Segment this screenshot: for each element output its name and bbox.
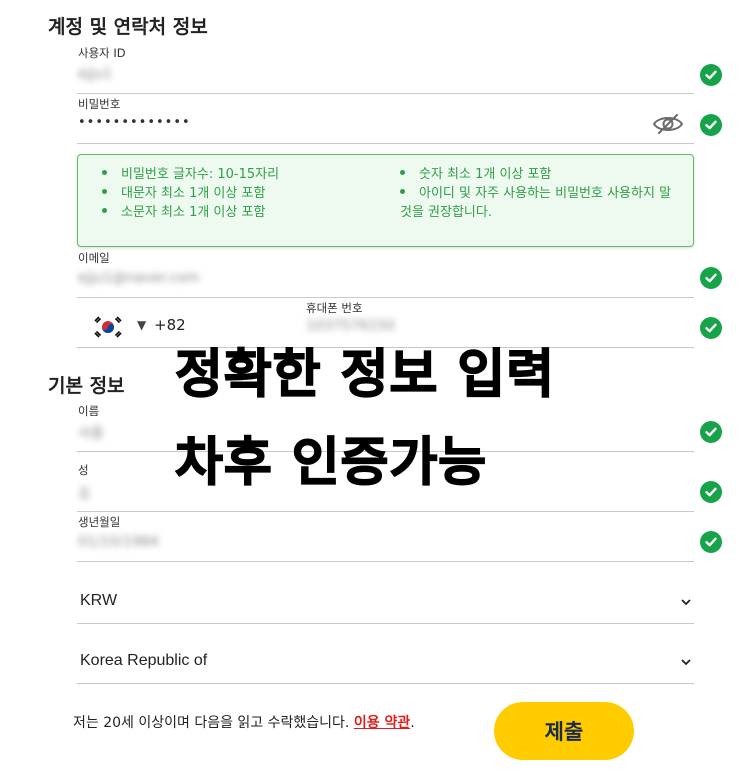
chevron-down-icon [681,599,691,606]
password-rule: 숫자 최소 1개 이상 포함 [400,165,685,184]
email-field[interactable]: 이메일 ejju1@naver.com [77,248,694,298]
username-value: ejju1 [78,66,113,82]
password-label: 비밀번호 [78,97,121,111]
currency-value: KRW [80,592,118,609]
username-valid-check-icon [700,64,722,86]
birthdate-label: 생년월일 [78,515,121,529]
last-name-label: 성 [78,463,89,477]
south-korea-flag-icon[interactable] [92,313,124,341]
username-label: 사용자 ID [78,46,126,60]
terms-text: 저는 20세 이상이며 다음을 읽고 수락했습니다. [73,715,350,731]
phone-label: 휴대폰 번호 [306,301,363,315]
section-title-basic: 기본 정보 [48,375,125,397]
country-code-caret-icon[interactable]: ▼ [137,318,146,332]
password-field[interactable]: 비밀번호 ••••••••••••• [77,94,694,144]
overlay-text-line2: 차후 인증가능 [174,432,488,494]
overlay-text-line1: 정확한 정보 입력 [174,344,556,406]
country-value: Korea Republic of [80,652,208,669]
currency-select[interactable]: KRW [77,582,694,624]
birthdate-valid-check-icon [700,531,722,553]
password-rules-box: 비밀번호 글자수: 10-15자리 대문자 최소 1개 이상 포함 소문자 최소… [77,154,694,247]
password-rules-left: 비밀번호 글자수: 10-15자리 대문자 최소 1개 이상 포함 소문자 최소… [102,165,279,222]
password-rule: 아이디 및 자주 사용하는 비밀번호 사용하지 말 것을 권장합니다. [400,186,672,220]
submit-button[interactable]: 제출 [494,702,634,760]
username-field[interactable]: 사용자 ID ejju1 [77,44,694,94]
terms-link[interactable]: 이용 약관 [354,715,410,731]
terms-suffix: . [410,715,415,731]
password-rule: 소문자 최소 1개 이상 포함 [102,203,279,222]
birthdate-value: 01/10/1984 [78,534,159,550]
phone-valid-check-icon [700,317,722,339]
section-title-account: 계정 및 연락처 정보 [48,16,208,38]
password-valid-check-icon [700,114,722,136]
eye-slash-icon[interactable] [652,113,684,135]
password-rules-right: 숫자 최소 1개 이상 포함 아이디 및 자주 사용하는 비밀번호 사용하지 말… [400,165,685,222]
last-name-value: 조 [78,487,91,503]
birthdate-field[interactable]: 생년월일 01/10/1984 [77,512,694,562]
first-name-valid-check-icon [700,421,722,443]
email-label: 이메일 [78,251,110,265]
password-rule: 대문자 최소 1개 이상 포함 [102,184,279,203]
password-rule: 비밀번호 글자수: 10-15자리 [102,165,279,184]
email-valid-check-icon [700,267,722,289]
country-select[interactable]: Korea Republic of [77,642,694,684]
first-name-label: 이름 [78,404,100,418]
password-value: ••••••••••••• [78,115,191,130]
chevron-down-icon [681,659,691,666]
last-name-valid-check-icon [700,481,722,503]
terms-agreement: 저는 20세 이상이며 다음을 읽고 수락했습니다. 이용 약관. [73,712,415,732]
email-value: ejju1@naver.com [78,270,200,286]
first-name-value: 서중 [78,426,104,442]
